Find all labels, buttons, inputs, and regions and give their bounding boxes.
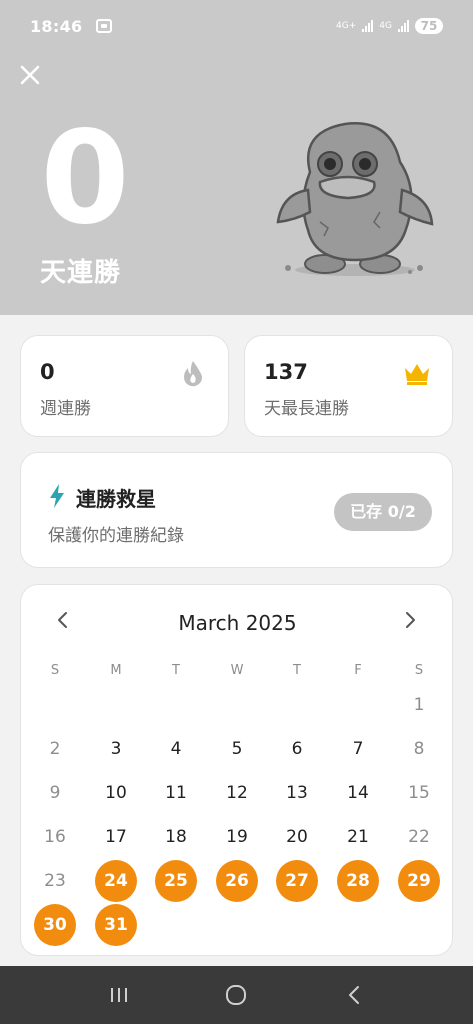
longest-streak-value: 137 [264, 360, 308, 384]
flame-icon [184, 361, 202, 387]
rescue-subtitle: 保護你的連勝紀錄 [48, 526, 184, 546]
battery-indicator: 75 [415, 18, 443, 34]
rescue-saved-badge: 已存 0/2 [334, 493, 432, 531]
calendar-day[interactable]: 10 [95, 772, 137, 814]
calendar-day[interactable]: 2 [34, 728, 76, 770]
calendar-day[interactable]: 21 [337, 816, 379, 858]
calendar-day[interactable]: 1 [398, 684, 440, 726]
calendar-day[interactable]: 6 [276, 728, 318, 770]
close-button[interactable] [18, 64, 42, 88]
screenshot-icon [96, 19, 113, 33]
status-time: 18:46 [30, 16, 83, 36]
system-nav-bar [0, 966, 473, 1024]
calendar-day[interactable]: 28 [337, 860, 379, 902]
calendar-day[interactable]: 31 [95, 904, 137, 946]
calendar-day[interactable]: 27 [276, 860, 318, 902]
weekly-streak-value: 0 [40, 360, 55, 384]
calendar-day[interactable]: 11 [155, 772, 197, 814]
recents-button[interactable] [99, 975, 139, 1015]
status-bar: 18:46 4G+ 4G 75 [0, 0, 473, 52]
streak-hero: 0 天連勝 [0, 52, 473, 315]
calendar-card: March 2025 SMTWTFS 1 2 3 4 5 6 7 8 9 10 11 12 13 14 15… [20, 584, 453, 956]
calendar-day[interactable]: 15 [398, 772, 440, 814]
streak-count: 0 [40, 122, 129, 234]
streak-rescue-card[interactable]: 連勝救星 保護你的連勝紀錄 已存 0/2 [20, 452, 453, 568]
home-button[interactable] [216, 975, 256, 1015]
status-icons: 4G+ 4G 75 [336, 18, 443, 34]
calendar-day[interactable]: 17 [95, 816, 137, 858]
calendar-day[interactable]: 22 [398, 816, 440, 858]
crown-icon [405, 364, 429, 385]
calendar-day[interactable]: 20 [276, 816, 318, 858]
calendar-day[interactable]: 25 [155, 860, 197, 902]
lightning-bolt-icon [50, 484, 64, 508]
calendar-day[interactable]: 12 [216, 772, 258, 814]
recents-icon [110, 988, 127, 1002]
calendar-day[interactable]: 9 [34, 772, 76, 814]
back-icon [349, 986, 360, 1004]
calendar-day[interactable]: 23 [34, 860, 76, 902]
calendar-day[interactable]: 19 [216, 816, 258, 858]
home-icon [226, 985, 247, 1005]
streak-count-text: 0 [40, 122, 129, 234]
rescue-title: 連勝救星 [76, 487, 156, 511]
calendar-day[interactable]: 5 [216, 728, 258, 770]
close-icon [20, 65, 40, 85]
calendar-day[interactable]: 26 [216, 860, 258, 902]
weekly-streak-card: 0 週連勝 [20, 335, 229, 437]
calendar-day[interactable]: 13 [276, 772, 318, 814]
calendar-day[interactable]: 24 [95, 860, 137, 902]
calendar-day-grid: 1 2 3 4 5 6 7 8 9 10 11 12 13 14 15 16 17 18 19 20 21 22 23 24 2… [21, 585, 454, 957]
network-type-1: 4G+ [336, 21, 357, 31]
calendar-day[interactable]: 7 [337, 728, 379, 770]
calendar-day[interactable]: 30 [34, 904, 76, 946]
weekly-streak-label: 週連勝 [40, 399, 91, 419]
back-button[interactable] [334, 975, 374, 1015]
calendar-day[interactable]: 16 [34, 816, 76, 858]
streak-label: 天連勝 [40, 258, 122, 288]
network-type-2: 4G [379, 21, 392, 31]
longest-streak-card: 137 天最長連勝 [244, 335, 453, 437]
signal-icon-2 [398, 20, 409, 32]
calendar-day[interactable]: 3 [95, 728, 137, 770]
calendar-day[interactable]: 29 [398, 860, 440, 902]
calendar-day[interactable]: 14 [337, 772, 379, 814]
calendar-day[interactable]: 18 [155, 816, 197, 858]
calendar-day[interactable]: 4 [155, 728, 197, 770]
calendar-day[interactable]: 8 [398, 728, 440, 770]
duck-mascot-image [276, 122, 434, 276]
longest-streak-label: 天最長連勝 [264, 399, 349, 419]
signal-icon [362, 20, 374, 32]
